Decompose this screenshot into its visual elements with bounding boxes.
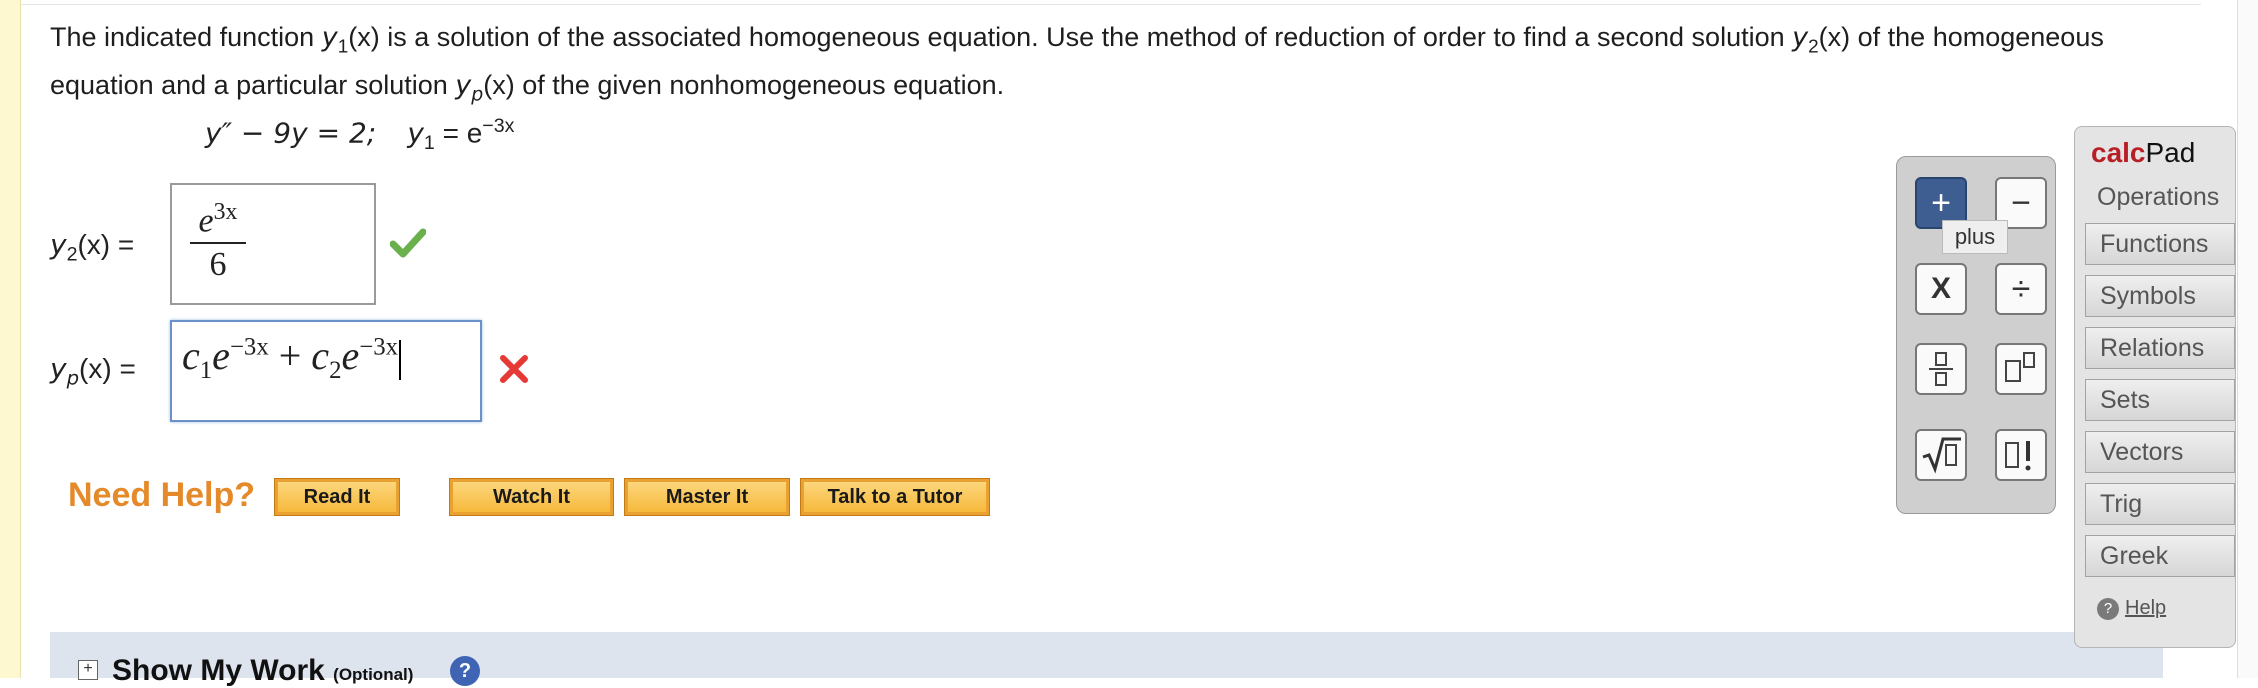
scrollbar-track[interactable] [2237, 0, 2258, 678]
problem-statement: The indicated function y1(x) is a soluti… [50, 22, 2104, 106]
tab-symbols[interactable]: Symbols [2085, 275, 2235, 317]
calcpad-title: calcPad [2091, 137, 2196, 168]
factorial-icon [2005, 441, 2031, 471]
tab-functions[interactable]: Functions [2085, 223, 2235, 265]
talk-to-tutor-button[interactable]: Talk to a Tutor [800, 478, 990, 516]
yp-label: yp(x) = [50, 352, 136, 390]
times-button[interactable]: X [1915, 263, 1967, 315]
fraction-button[interactable] [1915, 343, 1967, 395]
help-icon: ? [2097, 597, 2119, 620]
help-question-icon[interactable]: ? [450, 656, 480, 686]
read-it-button[interactable]: Read It [274, 478, 400, 516]
calcpad-sidebar: calcPad Operations Functions Symbols Rel… [2074, 126, 2236, 648]
fraction-icon [1929, 352, 1953, 386]
sqrt-button[interactable] [1915, 429, 1967, 481]
calcpad-operations-panel: + − X ÷ [1896, 156, 2056, 514]
y2-label: y2(x) = [50, 228, 135, 266]
y2-answer-box[interactable]: e3x 6 [170, 183, 376, 305]
tab-vectors[interactable]: Vectors [2085, 431, 2235, 473]
expand-icon[interactable]: + [78, 660, 98, 680]
given-equation: y″ − 9y = 2; y1 = e−3x [205, 115, 515, 154]
exponent-icon [2005, 352, 2035, 382]
exponent-button[interactable] [1995, 343, 2047, 395]
calcpad-help-link[interactable]: ? Help [2097, 597, 2166, 620]
card-top-border [21, 0, 2201, 5]
tab-relations[interactable]: Relations [2085, 327, 2235, 369]
tab-trig[interactable]: Trig [2085, 483, 2235, 525]
plus-tooltip: plus [1942, 220, 2008, 254]
show-my-work-toggle[interactable]: Show My Work (Optional) [112, 654, 413, 688]
sqrt-icon [1922, 437, 1961, 474]
y2-fraction: e3x 6 [190, 199, 246, 284]
show-my-work-section: + Show My Work (Optional) ? [50, 632, 2163, 687]
divide-button[interactable]: ÷ [1995, 263, 2047, 315]
watch-it-button[interactable]: Watch It [449, 478, 614, 516]
tab-operations[interactable]: Operations [2081, 177, 2235, 217]
need-help-label: Need Help? [68, 476, 256, 514]
tab-sets[interactable]: Sets [2085, 379, 2235, 421]
factorial-button[interactable] [1995, 429, 2047, 481]
master-it-button[interactable]: Master It [624, 478, 790, 516]
tab-greek[interactable]: Greek [2085, 535, 2235, 577]
yp-expression: c1e−3x + c2e−3x [182, 332, 402, 385]
left-margin-strip [0, 0, 21, 678]
yp-answer-box[interactable]: c1e−3x + c2e−3x [170, 320, 482, 422]
correct-check-icon [390, 228, 426, 258]
text-cursor [399, 339, 402, 380]
incorrect-x-icon [500, 355, 528, 383]
